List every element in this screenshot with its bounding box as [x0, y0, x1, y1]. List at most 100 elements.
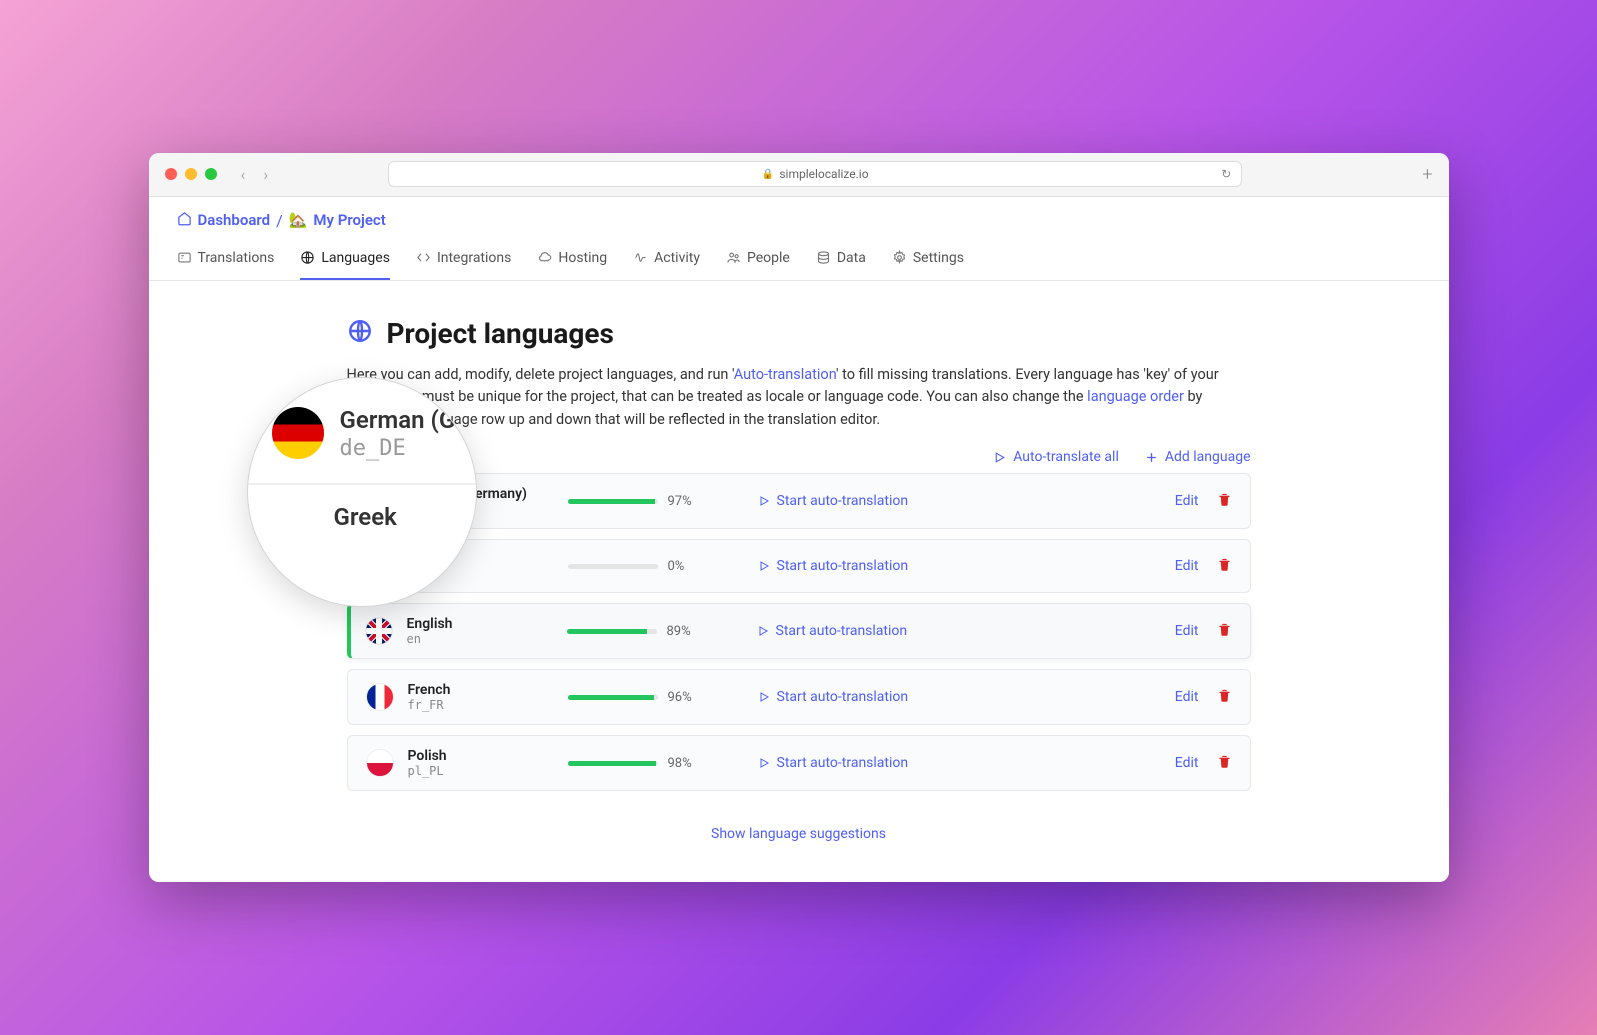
- edit-button[interactable]: Edit: [1175, 755, 1199, 771]
- progress-bar: [568, 761, 658, 766]
- auto-translation-link[interactable]: Auto-translation: [734, 366, 836, 383]
- start-auto-translation-button[interactable]: Start auto-translation: [758, 493, 909, 509]
- code-icon: [416, 250, 431, 265]
- language-row[interactable]: Polish pl_PL 98% Start auto-translation …: [347, 735, 1251, 791]
- progress-percent: 96%: [668, 690, 692, 705]
- delete-button[interactable]: [1217, 754, 1232, 773]
- trash-icon: [1217, 622, 1232, 637]
- url-host: simplelocalize.io: [779, 167, 868, 181]
- gear-icon: [892, 250, 907, 265]
- url-bar[interactable]: 🔒 simplelocalize.io ↻: [388, 161, 1242, 187]
- page-description: Here you can add, modify, delete project…: [347, 364, 1251, 431]
- play-icon: [757, 625, 769, 637]
- database-icon: [816, 250, 831, 265]
- trash-icon: [1217, 688, 1232, 703]
- maximize-window-button[interactable]: [205, 168, 217, 180]
- delete-button[interactable]: [1217, 492, 1232, 511]
- auto-translate-all-button[interactable]: Auto-translate all: [993, 449, 1119, 465]
- edit-button[interactable]: Edit: [1175, 493, 1199, 509]
- nav-back-button[interactable]: ‹: [241, 165, 246, 184]
- page-title: Project languages: [387, 317, 614, 350]
- language-list: German (Germany) de_DE 97% Start auto-tr…: [347, 473, 1251, 791]
- start-auto-translation-button[interactable]: Start auto-translation: [758, 689, 909, 705]
- trash-icon: [1217, 754, 1232, 769]
- project-emoji: 🏡: [289, 211, 308, 229]
- magnifier-below-name: Greek: [334, 503, 476, 531]
- language-order-link[interactable]: language order: [1087, 388, 1184, 405]
- progress-bar: [568, 564, 658, 569]
- cloud-icon: [537, 250, 552, 265]
- progress-percent: 97%: [668, 494, 692, 509]
- play-icon: [758, 691, 770, 703]
- progress-percent: 0%: [668, 559, 685, 574]
- flag-de-icon: [272, 407, 324, 459]
- start-auto-translation-button[interactable]: Start auto-translation: [758, 558, 909, 574]
- edit-button[interactable]: Edit: [1175, 689, 1199, 705]
- progress-bar: [567, 629, 657, 634]
- language-code: pl_PL: [408, 764, 568, 778]
- progress-bar: [568, 499, 658, 504]
- translations-icon: [177, 250, 192, 265]
- trash-icon: [1217, 492, 1232, 507]
- delete-button[interactable]: [1217, 688, 1232, 707]
- breadcrumb: Dashboard / 🏡 My Project: [149, 197, 1449, 240]
- language-row[interactable]: French fr_FR 96% Start auto-translation …: [347, 669, 1251, 725]
- tabs: Translations Languages Integrations Host…: [149, 240, 1449, 281]
- reload-icon[interactable]: ↻: [1221, 167, 1231, 181]
- flag-icon: [366, 683, 394, 711]
- trash-icon: [1217, 557, 1232, 572]
- tab-activity[interactable]: Activity: [633, 240, 700, 280]
- globe-icon: [347, 318, 373, 348]
- tab-languages[interactable]: Languages: [300, 240, 390, 280]
- progress-percent: 89%: [667, 624, 691, 639]
- minimize-window-button[interactable]: [185, 168, 197, 180]
- edit-button[interactable]: Edit: [1175, 558, 1199, 574]
- breadcrumb-dashboard[interactable]: Dashboard: [198, 211, 271, 229]
- lock-icon: 🔒: [762, 169, 774, 180]
- delete-button[interactable]: [1217, 622, 1232, 641]
- nav-forward-button[interactable]: ›: [263, 165, 268, 184]
- tab-data[interactable]: Data: [816, 240, 866, 280]
- play-icon: [758, 560, 770, 572]
- people-icon: [726, 250, 741, 265]
- globe-icon: [300, 250, 315, 265]
- tab-people[interactable]: People: [726, 240, 790, 280]
- start-auto-translation-button[interactable]: Start auto-translation: [758, 755, 909, 771]
- language-name: French: [408, 682, 568, 698]
- delete-button[interactable]: [1217, 557, 1232, 576]
- show-suggestions-link[interactable]: Show language suggestions: [711, 826, 886, 842]
- language-name: English: [407, 616, 567, 632]
- language-code: fr_FR: [408, 698, 568, 712]
- add-language-button[interactable]: Add language: [1145, 449, 1251, 465]
- language-row[interactable]: German (Germany) de_DE 97% Start auto-tr…: [347, 473, 1251, 529]
- tab-translations[interactable]: Translations: [177, 240, 275, 280]
- breadcrumb-project[interactable]: My Project: [313, 211, 385, 229]
- browser-toolbar: ‹ › 🔒 simplelocalize.io ↻ +: [149, 153, 1449, 197]
- new-tab-button[interactable]: +: [1422, 164, 1432, 185]
- progress-bar: [568, 695, 658, 700]
- breadcrumb-sep: /: [276, 211, 283, 230]
- close-window-button[interactable]: [165, 168, 177, 180]
- play-icon: [758, 495, 770, 507]
- language-name: Polish: [408, 748, 568, 764]
- edit-button[interactable]: Edit: [1175, 623, 1199, 639]
- play-icon: [758, 757, 770, 769]
- magnifier-lang-code: de_DE: [340, 436, 469, 461]
- language-row[interactable]: English en 89% Start auto-translation Ed…: [347, 603, 1251, 659]
- browser-window: ‹ › 🔒 simplelocalize.io ↻ + Dashboard / …: [149, 153, 1449, 882]
- flag-icon: [366, 749, 394, 777]
- plus-icon: [1145, 451, 1158, 464]
- traffic-lights: [165, 168, 217, 180]
- tab-integrations[interactable]: Integrations: [416, 240, 511, 280]
- progress-percent: 98%: [668, 756, 692, 771]
- start-auto-translation-button[interactable]: Start auto-translation: [757, 623, 908, 639]
- tab-hosting[interactable]: Hosting: [537, 240, 607, 280]
- play-icon: [993, 451, 1006, 464]
- language-row[interactable]: Greek 0% Start auto-translation Edit: [347, 539, 1251, 593]
- flag-icon: [365, 617, 393, 645]
- activity-icon: [633, 250, 648, 265]
- magnifier-lens: German (Ge de_DE Greek: [247, 377, 477, 607]
- tab-settings[interactable]: Settings: [892, 240, 964, 280]
- home-icon: [177, 211, 192, 230]
- language-code: en: [407, 632, 567, 646]
